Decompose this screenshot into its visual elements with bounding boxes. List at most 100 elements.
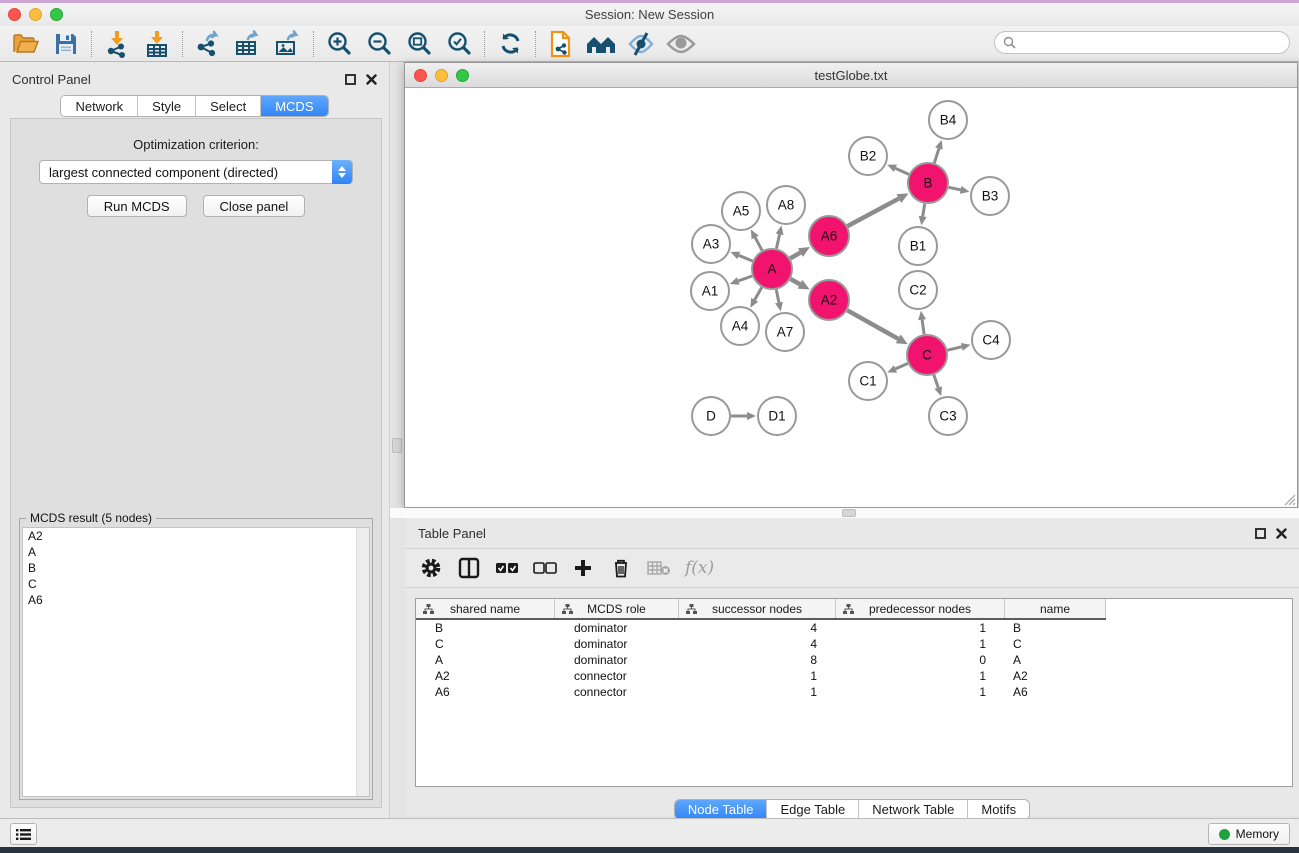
- column-header-successor-nodes[interactable]: successor nodes: [679, 599, 836, 618]
- table-cell: 1: [836, 685, 1005, 699]
- zoom-in-icon[interactable]: [319, 28, 359, 60]
- table-row[interactable]: A2connector11A2: [416, 668, 1292, 684]
- zoom-out-icon[interactable]: [359, 28, 399, 60]
- export-table-icon[interactable]: [228, 28, 268, 60]
- graph-node-label: A: [767, 262, 776, 277]
- memory-button[interactable]: Memory: [1208, 823, 1290, 845]
- add-column-icon[interactable]: [571, 556, 595, 580]
- tab-network-table[interactable]: Network Table: [859, 800, 968, 819]
- zoom-selected-icon[interactable]: [439, 28, 479, 60]
- graph-edge-B-B1[interactable]: [923, 204, 925, 217]
- hide-selected-icon[interactable]: [621, 28, 661, 60]
- panel-splitter-grip[interactable]: [392, 438, 402, 453]
- optimization-criterion-label: Optimization criterion:: [11, 137, 381, 152]
- table-cell: dominator: [555, 621, 679, 635]
- tab-mcds[interactable]: MCDS: [261, 96, 327, 116]
- graph-edge-B-B4[interactable]: [934, 149, 939, 163]
- table-panel-float-icon[interactable]: [1255, 528, 1266, 539]
- result-scrollbar[interactable]: [356, 528, 369, 796]
- export-network-icon[interactable]: [188, 28, 228, 60]
- first-neighbors-icon[interactable]: [581, 28, 621, 60]
- graph-node-label: D: [706, 409, 716, 424]
- open-file-icon[interactable]: [6, 28, 46, 60]
- table-header-row: shared nameMCDS rolesuccessor nodesprede…: [416, 599, 1106, 620]
- delete-column-icon[interactable]: [609, 556, 633, 580]
- graph-edge-B-B2[interactable]: [895, 168, 908, 174]
- horizontal-splitter-grip[interactable]: [842, 509, 856, 517]
- graph-edge-A-A4[interactable]: [755, 287, 762, 300]
- table-row[interactable]: A6connector11A6: [416, 684, 1292, 700]
- edge-arrowhead: [919, 216, 927, 226]
- result-list-item[interactable]: C: [23, 576, 369, 592]
- result-list-item[interactable]: A: [23, 544, 369, 560]
- horizontal-splitter[interactable]: [390, 508, 1299, 518]
- select-all-icon[interactable]: [495, 556, 519, 580]
- tab-style[interactable]: Style: [138, 96, 196, 116]
- graph-node-label: C3: [939, 409, 956, 424]
- graph-edge-C-C4[interactable]: [947, 347, 961, 350]
- graph-edge-A-A5[interactable]: [755, 237, 762, 250]
- mcds-result-list[interactable]: A2ABCA6: [22, 527, 370, 797]
- graph-edge-A-A1[interactable]: [738, 276, 752, 281]
- mcds-result-group: MCDS result (5 nodes) A2ABCA6: [19, 518, 373, 800]
- task-history-button[interactable]: [10, 823, 37, 845]
- close-panel-button[interactable]: Close panel: [203, 195, 306, 217]
- import-table-icon[interactable]: [137, 28, 177, 60]
- graph-edge-A-A8[interactable]: [776, 234, 779, 248]
- column-header-name[interactable]: name: [1005, 599, 1106, 618]
- graph-edge-A-A6[interactable]: [790, 253, 800, 259]
- graph-edge-B-B3[interactable]: [949, 187, 961, 190]
- result-list-item[interactable]: B: [23, 560, 369, 576]
- graph-edge-C-C3[interactable]: [934, 375, 938, 388]
- zoom-fit-icon[interactable]: [399, 28, 439, 60]
- network-canvas[interactable]: B4B2BB3A8A5A6A3B1AC2A1A2A4A7C4CC1C3DD1: [405, 88, 1297, 507]
- graph-edge-A-A3[interactable]: [739, 255, 753, 261]
- column-header-MCDS-role[interactable]: MCDS role: [555, 599, 679, 618]
- function-builder-icon[interactable]: f(x): [685, 556, 714, 580]
- table-row[interactable]: Adominator80A: [416, 652, 1292, 668]
- mcds-panel: Optimization criterion: largest connecte…: [10, 118, 382, 808]
- tab-motifs[interactable]: Motifs: [968, 800, 1029, 819]
- table-tabbar: Node Table Edge Table Network Table Moti…: [674, 799, 1030, 820]
- result-list-item[interactable]: A2: [23, 528, 369, 544]
- result-list-item[interactable]: A6: [23, 592, 369, 608]
- table-panel-close-icon[interactable]: [1276, 528, 1287, 539]
- gear-icon[interactable]: [419, 556, 443, 580]
- close-panel-icon[interactable]: [366, 74, 377, 85]
- table-row[interactable]: Cdominator41C: [416, 636, 1292, 652]
- graph-edge-A2-C[interactable]: [847, 310, 898, 339]
- graph-edge-A-A7[interactable]: [776, 290, 779, 303]
- graph-edge-A6-B[interactable]: [848, 199, 899, 227]
- refresh-layout-icon[interactable]: [490, 28, 530, 60]
- column-header-predecessor-nodes[interactable]: predecessor nodes: [836, 599, 1005, 618]
- criterion-dropdown[interactable]: largest connected component (directed): [39, 160, 353, 184]
- tab-edge-table[interactable]: Edge Table: [767, 800, 859, 819]
- export-image-icon[interactable]: [268, 28, 308, 60]
- table-row[interactable]: Bdominator41B: [416, 620, 1292, 636]
- run-mcds-button[interactable]: Run MCDS: [87, 195, 187, 217]
- float-panel-icon[interactable]: [345, 74, 356, 85]
- resize-grip-icon[interactable]: [1283, 493, 1296, 506]
- graph-edge-C-C2[interactable]: [922, 320, 924, 334]
- save-session-icon[interactable]: [46, 28, 86, 60]
- graph-node-label: B2: [860, 149, 877, 164]
- search-input[interactable]: [1021, 36, 1289, 50]
- search-field[interactable]: [994, 31, 1290, 54]
- graph-edge-C-C1[interactable]: [895, 363, 907, 368]
- table-cell: C: [1005, 637, 1106, 651]
- show-all-icon[interactable]: [661, 28, 701, 60]
- table-cell: B: [416, 621, 555, 635]
- tab-network[interactable]: Network: [61, 96, 138, 116]
- new-network-from-selection-icon[interactable]: [541, 28, 581, 60]
- deselect-all-icon[interactable]: [533, 556, 557, 580]
- column-header-shared-name[interactable]: shared name: [416, 599, 555, 618]
- tab-select[interactable]: Select: [196, 96, 261, 116]
- tab-node-table[interactable]: Node Table: [675, 800, 768, 819]
- graph-node-label: B4: [940, 113, 957, 128]
- graph-node-label: B: [923, 176, 932, 191]
- network-window-titlebar[interactable]: testGlobe.txt: [405, 63, 1297, 88]
- column-layout-icon[interactable]: [457, 556, 481, 580]
- graph-edge-A-A2[interactable]: [790, 279, 800, 284]
- delete-table-icon[interactable]: [647, 556, 671, 580]
- import-network-icon[interactable]: [97, 28, 137, 60]
